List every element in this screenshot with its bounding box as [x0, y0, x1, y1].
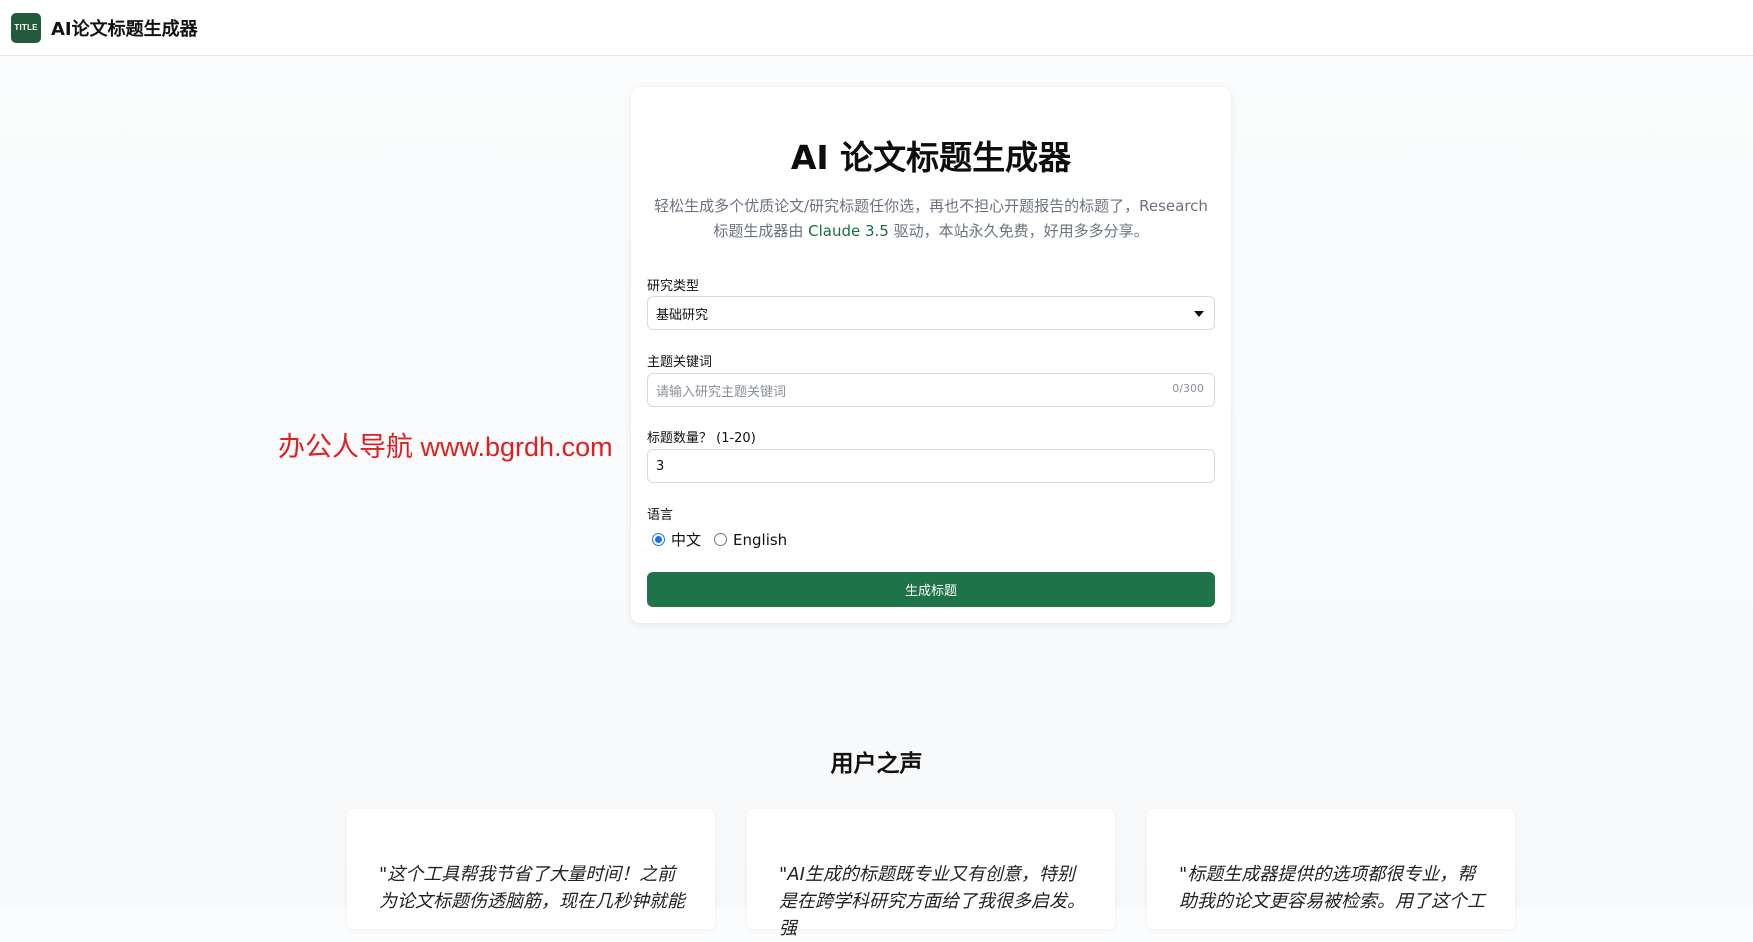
generate-titles-button[interactable]: 生成标题: [647, 572, 1215, 607]
research-type-select[interactable]: 基础研究: [647, 296, 1215, 330]
dropdown-caret-icon: [1194, 311, 1204, 317]
keywords-placeholder: 请输入研究主题关键词: [656, 384, 787, 400]
testimonial-quote: "标题生成器提供的选项都很专业，帮助我的论文更容易被检索。用了这个工: [1179, 864, 1485, 912]
language-option-english[interactable]: English: [733, 531, 787, 549]
top-navbar: TITLE AI论文标题生成器: [0, 0, 1753, 56]
watermark-text: 办公人导航 www.bgrdh.com: [278, 432, 613, 462]
model-name-highlight: Claude 3.5: [808, 222, 889, 240]
page-title: AI 论文标题生成器: [790, 138, 1072, 177]
logo-icon[interactable]: TITLE: [11, 12, 41, 43]
research-type-value: 基础研究: [656, 307, 709, 323]
title-count-label: 标题数量？ (1-20): [647, 431, 756, 446]
page-description: 轻松生成多个优质论文/研究标题任你选，再也不担心开题报告的标题了，Researc…: [651, 194, 1211, 244]
title-count-value: 3: [656, 458, 665, 474]
language-option-chinese[interactable]: 中文: [671, 529, 701, 550]
keywords-char-counter: 0/300: [1172, 382, 1204, 395]
research-type-label: 研究类型: [647, 279, 700, 294]
language-radio-english[interactable]: [714, 533, 728, 546]
language-label: 语言: [647, 508, 674, 523]
generator-card: AI 论文标题生成器 轻松生成多个优质论文/研究标题任你选，再也不担心开题报告的…: [631, 87, 1231, 623]
testimonials-title: 用户之声: [830, 751, 923, 777]
testimonial-card: "这个工具帮我节省了大量时间！之前为论文标题伤透脑筋，现在几秒钟就能: [347, 809, 715, 929]
testimonial-quote: "这个工具帮我节省了大量时间！之前为论文标题伤透脑筋，现在几秒钟就能: [379, 864, 685, 912]
description-text-2: 驱动，本站永久免费，好用多多分享。: [888, 222, 1149, 240]
title-count-input[interactable]: 3: [647, 449, 1215, 483]
keywords-input[interactable]: 请输入研究主题关键词 0/300: [647, 373, 1215, 407]
testimonial-card: "AI生成的标题既专业又有创意，特别是在跨学科研究方面给了我很多启发。强: [747, 809, 1115, 939]
brand-title[interactable]: AI论文标题生成器: [51, 15, 198, 41]
testimonial-quote: "AI生成的标题既专业又有创意，特别是在跨学科研究方面给了我很多启发。强: [779, 864, 1085, 939]
testimonial-card: "标题生成器提供的选项都很专业，帮助我的论文更容易被检索。用了这个工: [1147, 809, 1515, 929]
language-radio-chinese[interactable]: [652, 533, 665, 546]
language-radio-group: 中文 English: [647, 529, 795, 550]
keywords-label: 主题关键词: [647, 355, 713, 370]
